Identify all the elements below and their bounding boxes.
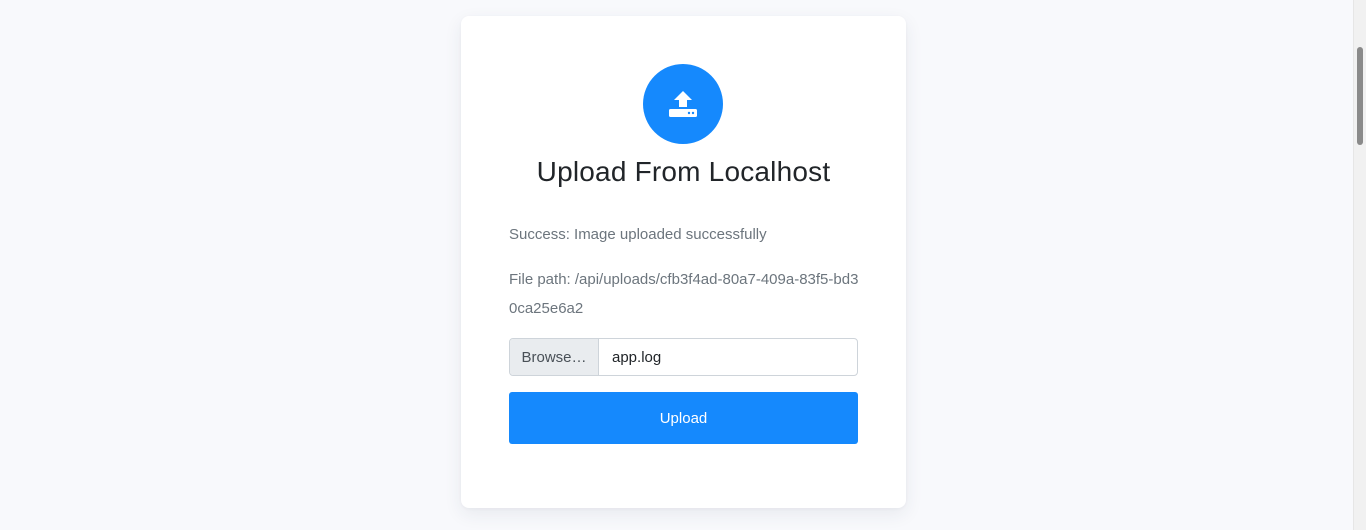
file-path-message: File path: /api/uploads/cfb3f4ad-80a7-40… [509,271,859,317]
page-title: Upload From Localhost [536,156,831,187]
success-message: Success: Image uploaded successfully [509,226,767,243]
scrollbar-thumb[interactable] [1357,47,1363,145]
page: Upload From Localhost Success: Image upl… [0,0,1366,530]
upload-icon-badge [643,64,723,144]
upload-icon [669,91,697,117]
selected-file-name[interactable]: app.log [599,339,857,375]
browse-button[interactable]: Browse… [510,339,599,375]
vertical-scrollbar[interactable] [1353,0,1366,530]
file-input[interactable]: Browse… app.log [509,338,858,376]
upload-card: Upload From Localhost Success: Image upl… [461,16,906,508]
upload-button[interactable]: Upload [509,392,858,444]
